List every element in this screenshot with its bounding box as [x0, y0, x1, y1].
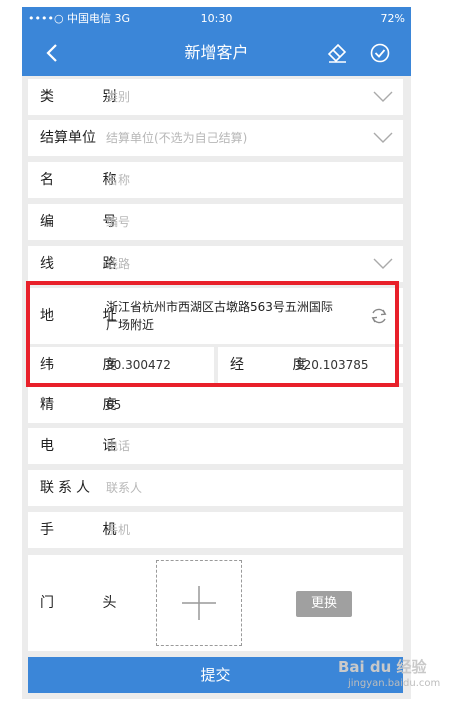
- photo-upload-box[interactable]: [156, 560, 242, 646]
- settlement-placeholder: 结算单位(不选为自己结算): [106, 131, 248, 145]
- contact-placeholder: 联系人: [106, 481, 143, 495]
- route-placeholder: 线路: [106, 257, 131, 271]
- mobile-placeholder: 手机: [106, 523, 131, 537]
- baidu-watermark: Bai du 经验 jingyan.baidu.com: [338, 656, 441, 696]
- settlement-label: 结算单位: [40, 130, 96, 146]
- phone-screen: ••••○ 中国电信 3G 10:30 72% 新增客户 类 别 类别 结算单位…: [22, 7, 411, 699]
- chevron-down-icon[interactable]: [373, 91, 393, 103]
- eraser-icon[interactable]: [327, 43, 347, 63]
- latitude-field[interactable]: 纬 度 30.300472: [28, 347, 214, 383]
- contact-field[interactable]: 联系人 联系人: [28, 470, 403, 506]
- name-field[interactable]: 名 称 名称: [28, 162, 403, 198]
- watermark-brand: Bai du 经验: [338, 658, 427, 676]
- category-placeholder: 类别: [106, 90, 131, 104]
- watermark-url: jingyan.baidu.com: [348, 678, 441, 689]
- chevron-down-icon[interactable]: [373, 132, 393, 144]
- phone-placeholder: 电话: [106, 439, 131, 453]
- refresh-icon[interactable]: [369, 306, 389, 326]
- route-field[interactable]: 线 路 线路: [28, 246, 403, 282]
- longitude-value: 120.103785: [296, 358, 369, 372]
- swap-photo-button[interactable]: 更换: [296, 591, 352, 617]
- contact-label: 联系人: [40, 480, 94, 496]
- nav-bar: 新增客户: [22, 30, 411, 76]
- name-placeholder: 名称: [106, 173, 131, 187]
- check-circle-icon[interactable]: [370, 43, 390, 63]
- accuracy-label: 精 度: [40, 397, 139, 413]
- clock: 10:30: [200, 12, 233, 25]
- status-bar: ••••○ 中国电信 3G 10:30 72%: [22, 7, 411, 30]
- mobile-field[interactable]: 手 机 手机: [28, 512, 403, 548]
- storefront-field: 门 头 更换: [28, 555, 403, 651]
- phone-field[interactable]: 电 话 电话: [28, 428, 403, 464]
- address-field[interactable]: 地 址 浙江省杭州市西湖区古墩路563号五洲国际 广场附近: [28, 288, 403, 344]
- category-field[interactable]: 类 别 类别: [28, 79, 403, 115]
- settlement-field[interactable]: 结算单位 结算单位(不选为自己结算): [28, 120, 403, 156]
- address-line-2: 广场附近: [106, 318, 155, 332]
- longitude-field[interactable]: 经 度 120.103785: [218, 347, 403, 383]
- latitude-value: 30.300472: [106, 358, 171, 372]
- storefront-label: 门 头: [40, 595, 139, 611]
- plus-icon: [182, 586, 216, 620]
- code-field[interactable]: 编 号 编号: [28, 204, 403, 240]
- accuracy-value: 65: [106, 398, 122, 412]
- address-line-1: 浙江省杭州市西湖区古墩路563号五洲国际: [106, 300, 333, 314]
- accuracy-field[interactable]: 精 度 65: [28, 387, 403, 423]
- chevron-down-icon[interactable]: [373, 258, 393, 270]
- address-value: 浙江省杭州市西湖区古墩路563号五洲国际 广场附近: [106, 298, 368, 334]
- battery-text: 72%: [380, 12, 405, 25]
- page-title: 新增客户: [184, 43, 249, 62]
- code-placeholder: 编号: [106, 215, 131, 229]
